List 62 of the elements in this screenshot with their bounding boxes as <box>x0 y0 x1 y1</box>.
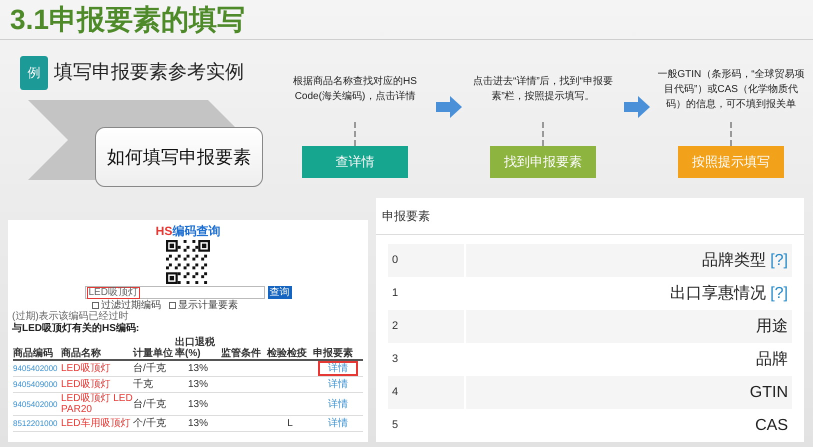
search-value: LED吸顶灯 <box>86 286 140 298</box>
results-caption: 与LED吸顶灯有关的HS编码: <box>12 323 140 335</box>
product-name: LED吸顶灯 <box>61 379 110 390</box>
rate-cell: 13% <box>188 379 208 390</box>
column-header: 商品名称 <box>61 348 101 359</box>
right-arrow-icon <box>436 96 462 118</box>
column-header: 商品编码 <box>13 348 53 359</box>
step-description: 点击进去“详情”后，找到“申报要素”栏，按照提示填写。 <box>472 74 614 104</box>
row-index: 0 <box>388 244 466 277</box>
detail-link[interactable]: 详情 <box>326 377 350 392</box>
section-heading: 填写申报要素参考实例 <box>54 60 244 85</box>
help-link[interactable]: [?] <box>770 248 788 272</box>
unit-cell: 台/千克 <box>133 398 166 410</box>
element-label: CAS <box>755 416 788 436</box>
search-field[interactable]: LED吸顶灯 <box>84 286 264 299</box>
hs-code-link[interactable]: 9405409000 <box>13 380 58 389</box>
query-title-prefix: HS <box>156 223 172 240</box>
panel-title: 申报要素 <box>376 198 804 235</box>
column-header: 监管条件 <box>221 348 261 359</box>
row-index: 4 <box>388 376 466 409</box>
search-button[interactable]: 查询 <box>268 286 292 299</box>
step-description: 根据商品名称查找对应的HS Code(海关编码)，点击详情 <box>292 74 418 104</box>
detail-link[interactable]: 详情 <box>318 361 358 376</box>
card-label: 如何填写申报要素 <box>107 146 251 168</box>
rate-cell: 13% <box>188 363 208 374</box>
hs-code-link[interactable]: 8512201000 <box>13 419 58 428</box>
hs-code-link[interactable]: 9405402000 <box>13 364 58 373</box>
product-name: LED吸顶灯 LED PAR20 <box>61 393 133 415</box>
element-label: 用途 <box>756 316 788 336</box>
checkbox[interactable] <box>92 302 99 309</box>
example-badge: 例 <box>20 56 48 90</box>
qr-code-icon <box>166 240 210 284</box>
column-header: 出口退税率(%) <box>175 337 216 359</box>
row-index: 2 <box>388 310 466 343</box>
query-title: 编码查询 <box>172 223 220 240</box>
element-label: 品牌类型 <box>702 250 766 270</box>
element-label: 品牌 <box>756 350 788 370</box>
detail-link[interactable]: 详情 <box>326 416 350 431</box>
checkbox-label: 过滤过期编码 <box>101 300 161 311</box>
rate-cell: 13% <box>188 398 208 410</box>
product-name: LED吸顶灯 <box>61 363 110 374</box>
step-description: 一般GTIN（条形码，“全球贸易项目代码”）或CAS（化学物质代码）的信息，可不填到报关单 <box>656 68 806 112</box>
product-name: LED车用吸顶灯 <box>61 418 130 429</box>
slide-title: 3.1申报要素的填写 <box>10 2 245 36</box>
expired-note: (过期)表示该编码已经过时 <box>12 311 129 322</box>
help-link[interactable]: [?] <box>770 282 788 306</box>
column-header: 检验检疫 <box>267 348 307 359</box>
column-header: 计量单位 <box>133 348 173 359</box>
row-index: 5 <box>388 409 466 442</box>
detail-link[interactable]: 详情 <box>326 396 350 412</box>
hs-code-link[interactable]: 9405402000 <box>13 400 58 408</box>
unit-cell: 台/千克 <box>133 363 166 374</box>
column-header: 申报要素 <box>313 348 353 359</box>
element-label: GTIN <box>750 382 788 402</box>
checkbox-label: 显示计量要素 <box>178 300 238 311</box>
rate-cell: 13% <box>188 418 208 429</box>
unit-cell: 个/千克 <box>133 418 166 429</box>
checkbox[interactable] <box>169 302 176 309</box>
unit-cell: 千克 <box>133 379 153 390</box>
element-label: 出口享惠情况 <box>670 284 766 304</box>
inspection-cell: L <box>287 418 293 429</box>
right-arrow-icon <box>624 96 650 118</box>
